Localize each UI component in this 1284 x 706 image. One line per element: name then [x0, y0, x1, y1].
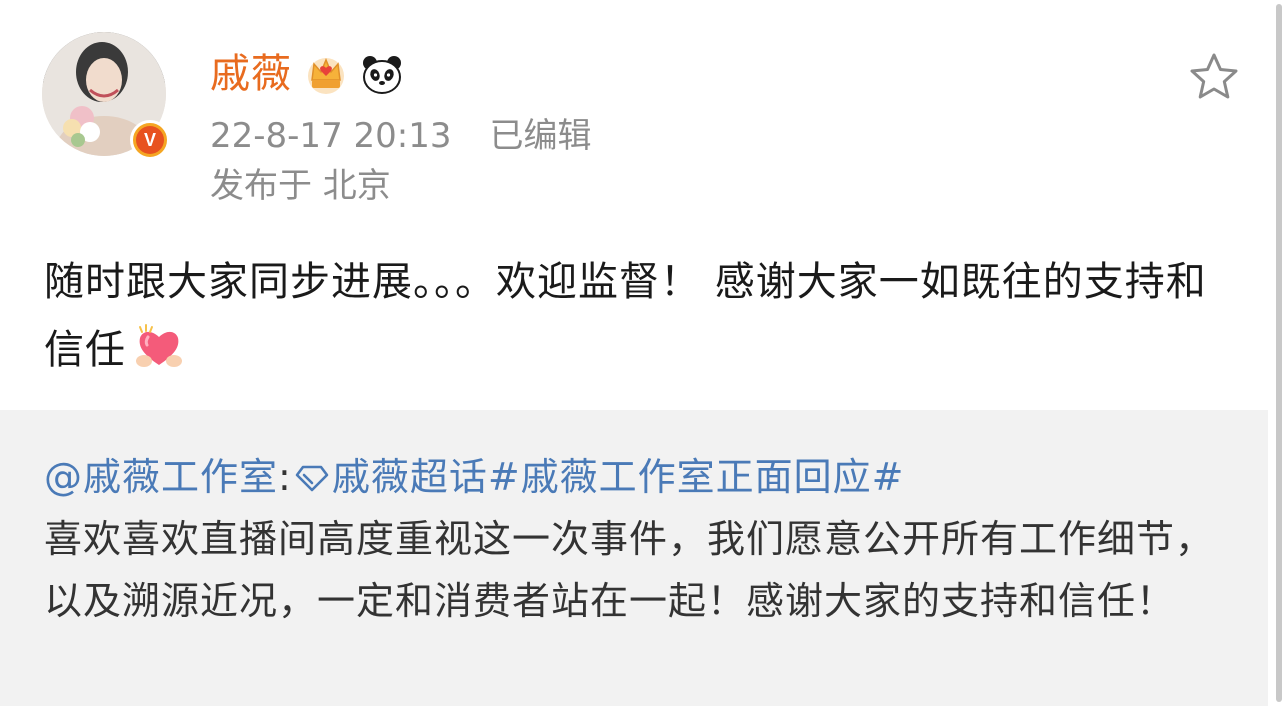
author-name[interactable]: 戚薇 — [210, 48, 292, 100]
repost-block[interactable]: @戚薇工作室: 戚薇超话#戚薇工作室正面回应# 喜欢喜欢直播间高度重视这一次事件，… — [0, 410, 1268, 706]
repost-content: @戚薇工作室: 戚薇超话#戚薇工作室正面回应# 喜欢喜欢直播间高度重视这一次事件，… — [44, 446, 1240, 632]
crown-badge-icon[interactable] — [304, 52, 348, 96]
supertopic-link[interactable]: 戚薇超话 — [292, 455, 488, 499]
repost-body: 喜欢喜欢直播间高度重视这一次事件，我们愿意公开所有工作细节，以及溯源近况，一定和… — [44, 517, 1215, 623]
edited-label[interactable]: 已编辑 — [490, 116, 592, 156]
supertopic-label: 戚薇超话 — [331, 455, 488, 499]
weibo-post-page: V 戚薇 22-8-17 20:13 已编辑 发布于 北京 随时跟大家同步进展。… — [0, 0, 1284, 706]
repost-mention[interactable]: @戚薇工作室 — [44, 455, 278, 499]
author-avatar[interactable]: V — [42, 32, 170, 160]
repost-separator: : — [278, 455, 292, 499]
post-meta-time: 22-8-17 20:13 已编辑 — [210, 112, 592, 160]
panda-icon[interactable] — [360, 52, 404, 96]
post-text: 随时跟大家同步进展。。。欢迎监督！ 感谢大家一如既往的支持和信任 — [44, 259, 1207, 373]
scrollbar[interactable] — [1274, 0, 1284, 706]
post-location: 发布于 北京 — [210, 166, 391, 206]
supertopic-diamond-icon — [294, 449, 330, 492]
heart-hands-emoji-icon — [134, 323, 184, 373]
scrollbar-thumb[interactable] — [1276, 4, 1282, 702]
verified-badge-icon: V — [130, 120, 170, 160]
post-timestamp: 22-8-17 20:13 — [210, 116, 452, 156]
favorite-star-icon[interactable] — [1188, 52, 1240, 100]
hashtag-link[interactable]: #戚薇工作室正面回应# — [488, 455, 905, 499]
post-content: 随时跟大家同步进展。。。欢迎监督！ 感谢大家一如既往的支持和信任 — [44, 248, 1244, 384]
author-name-row: 戚薇 — [210, 48, 404, 100]
